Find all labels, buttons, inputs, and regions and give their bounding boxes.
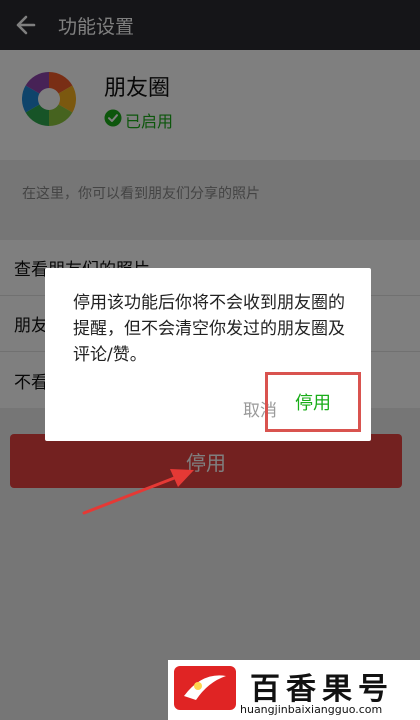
confirm-dialog: 停用该功能后你将不会收到朋友圈的提醒，但不会清空你发过的朋友圈及评论/赞。 取消… [45, 268, 371, 441]
confirm-disable-button[interactable]: 停用 [265, 372, 361, 432]
dialog-message: 停用该功能后你将不会收到朋友圈的提醒，但不会清空你发过的朋友圈及评论/赞。 [73, 293, 345, 365]
annotation-arrow-icon [82, 469, 194, 515]
watermark-name: 百香果号 [250, 672, 394, 707]
watermark: 百香果号 huangjinbaixiangguo.com [168, 660, 420, 720]
watermark-url: huangjinbaixiangguo.com [240, 703, 383, 716]
watermark-logo-icon [174, 666, 236, 710]
